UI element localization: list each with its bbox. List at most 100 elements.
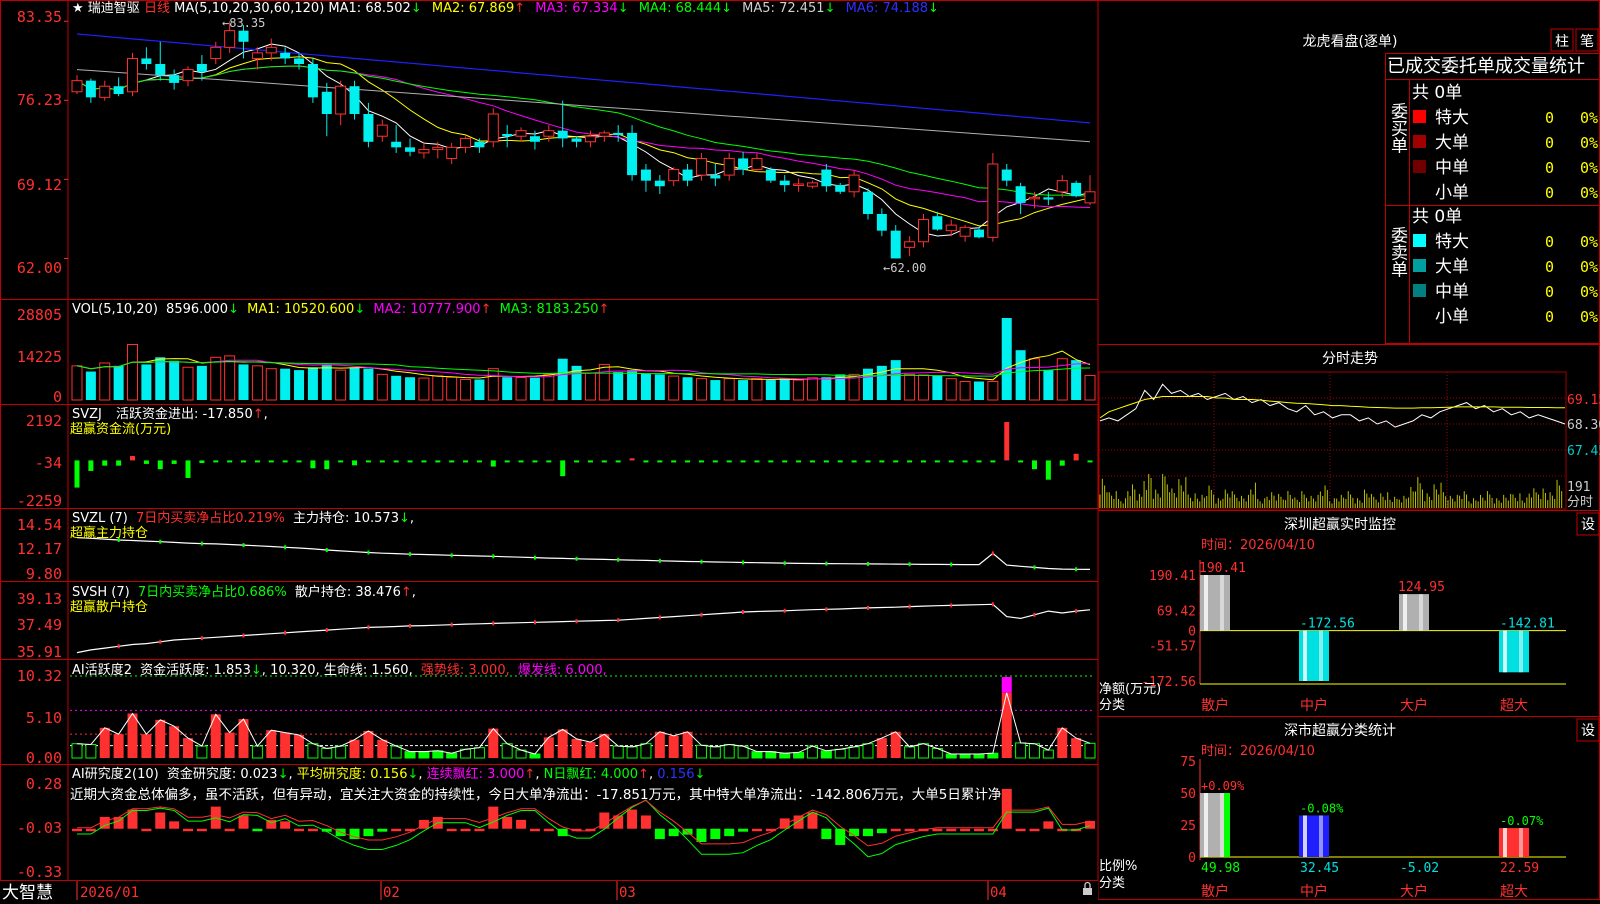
svzj-bar (768, 460, 773, 462)
volume-bar (585, 373, 595, 400)
volume-bar (86, 372, 96, 400)
candle-body (641, 170, 651, 181)
sz-monitor-value: 190.41 (1199, 561, 1246, 576)
sz-monitor-bar-shine (1204, 575, 1208, 631)
candle-body (1029, 197, 1039, 199)
candle-body (780, 181, 790, 185)
sz-classify-bar-shine (1204, 793, 1208, 857)
ai-research-bar (946, 829, 956, 832)
volume-bar (405, 377, 415, 400)
sz-monitor-settings-button[interactable]: 设 (1577, 513, 1599, 535)
sz-monitor-bar-shine (1220, 575, 1224, 631)
ai-active-bar (1016, 743, 1026, 758)
candle-body (377, 125, 387, 136)
volume-bars[interactable] (72, 318, 1095, 400)
bar-mode-button[interactable]: 柱 (1551, 29, 1573, 51)
ma6-arrow: ↓ (928, 1, 939, 16)
ma6-label: MA6: 74.188 (846, 1, 928, 16)
lhb-panel: 龙虎看盘(逐单) 柱 笔 已成交委托单成交量统计 委买单 委卖单 共 0单 共 … (1303, 29, 1600, 344)
sell-row-value: 0 (1545, 283, 1554, 301)
sz-classify-bar-shine (1319, 815, 1323, 857)
volume-bar (72, 366, 82, 400)
ai-active-bar (724, 744, 734, 758)
svzj-bar (838, 460, 843, 462)
candle-body (766, 170, 776, 181)
intraday-volume (1100, 474, 1562, 508)
ai-research-comment: 近期大资金总体偏多，虽不活跃，但有异动，宜关注大资金的持续性，今日大单净流出：-… (70, 786, 1001, 803)
candle-body (891, 231, 901, 259)
ai-active-bars[interactable] (70, 676, 1095, 758)
tick-mode-button[interactable]: 笔 (1576, 29, 1598, 51)
ai-research-bar (710, 829, 720, 839)
ma5-label: MA5: 72.451 (742, 1, 824, 16)
volume-bar (391, 376, 401, 400)
svg-text:12.17: 12.17 (17, 540, 62, 558)
volume-bar (461, 380, 471, 400)
svzj-bar (1074, 454, 1079, 461)
ai-active-bar (794, 752, 804, 758)
volume-bar (183, 367, 193, 400)
svzj-bars[interactable] (75, 422, 1093, 488)
sell-row-name: 小单 (1435, 307, 1469, 327)
sell-row-value: 0 (1545, 258, 1554, 276)
volume-bar (141, 364, 151, 400)
candle-body (155, 64, 165, 75)
volume-bar (363, 369, 373, 400)
ai-active-bar (669, 736, 679, 758)
candle-body (141, 58, 151, 64)
candle-body (474, 142, 484, 148)
volume-bar (488, 369, 498, 400)
ma2-arrow: ↑ (514, 1, 525, 16)
candle-body (807, 183, 817, 186)
sz-monitor-bar-shine (1419, 594, 1423, 630)
svg-text:191: 191 (1567, 480, 1590, 495)
ai-research-bar (1029, 829, 1039, 832)
svg-text:-34: -34 (35, 454, 62, 472)
candle-body (322, 92, 332, 114)
ai-research-bar (960, 829, 970, 832)
ai-active-bar (1043, 750, 1053, 758)
ai-research-bar (821, 829, 831, 839)
svg-text:35.91: 35.91 (17, 643, 62, 661)
svzj-bar (671, 460, 676, 462)
ai-burst-bar (1002, 677, 1012, 693)
ai-active-bar (627, 747, 637, 758)
candle-body (710, 175, 720, 178)
candle-body (572, 138, 582, 141)
candle-body (918, 220, 928, 242)
ai-research-bar (516, 820, 526, 829)
candle-body (613, 133, 623, 135)
candle-body (488, 114, 498, 142)
ai-research-bar (155, 813, 165, 829)
ai-active-bar (585, 742, 595, 758)
sz-classify-settings-button[interactable]: 设 (1577, 719, 1599, 741)
volume-bar (516, 378, 526, 400)
ai-active-bar (752, 752, 762, 758)
candle-body (821, 170, 831, 187)
sz-monitor-category: 大户 (1400, 697, 1428, 714)
price-high-annotation: ←83.35 (222, 16, 265, 30)
ai-research-bar (447, 829, 457, 832)
svg-text:69.15: 69.15 (1567, 393, 1600, 408)
intraday-panel[interactable]: 分时走势 69.15 68.30 67.45 191 分时 (1099, 351, 1600, 510)
candle-body (1071, 183, 1081, 196)
candlesticks[interactable] (72, 21, 1095, 258)
ai-active-bar (86, 744, 96, 758)
svg-text:-0.33: -0.33 (17, 863, 62, 881)
svzj-axis: 2192 -34 -2259 (17, 412, 62, 510)
intraday-avg-line (1100, 397, 1565, 418)
volume-bar (211, 357, 221, 400)
sell-label: 委卖单 (1387, 226, 1408, 277)
ai-research-bar (72, 829, 82, 832)
candle-body (627, 133, 637, 175)
ai-research-bar (225, 829, 235, 832)
sz-classify-category: 大户 (1400, 883, 1428, 900)
ai-research-bar (391, 829, 401, 832)
volume-bar (905, 374, 915, 400)
main-chart-area[interactable]: 83.35 76.23 69.12 62.00 ←83.35 ←62.00 ★ … (0, 0, 1600, 900)
svzj-header: SVZJ 活跃资金进出: -17.850↑, (72, 406, 268, 422)
buy-row-name: 大单 (1435, 133, 1469, 153)
ma5-line (77, 70, 1090, 142)
sz-monitor-category: 散户 (1201, 697, 1229, 714)
ai-active-bar (766, 752, 776, 758)
